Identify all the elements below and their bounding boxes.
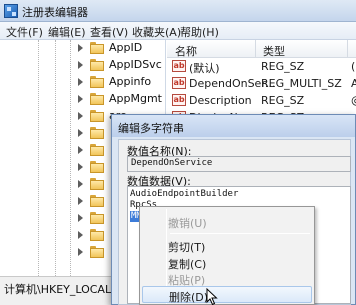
value-row[interactable]: ab Description REG_SZ @: [167, 92, 356, 109]
tree-item-appmgmt[interactable]: AppMgmt: [76, 91, 165, 108]
data-line: AudioEndpointBuilder: [130, 189, 239, 199]
value-data: @: [351, 94, 356, 107]
dialog-title: 编辑多字符串: [118, 122, 184, 135]
tree-guide-line: [38, 40, 39, 276]
tree-item-label: AppIDSvc: [109, 58, 162, 71]
folder-icon: [90, 59, 104, 71]
expand-arrow-icon[interactable]: [78, 129, 83, 137]
menu-view[interactable]: 查看(V): [90, 24, 128, 40]
tree-item-appid[interactable]: AppID: [76, 40, 165, 57]
column-divider[interactable]: [255, 40, 256, 58]
menu-cut-label: 剪切(T): [168, 241, 206, 254]
folder-icon: [90, 110, 104, 122]
tree-item-label: AppID: [109, 41, 143, 54]
expand-arrow-icon[interactable]: [78, 95, 83, 103]
column-divider[interactable]: [347, 40, 348, 58]
expand-arrow-icon[interactable]: [78, 214, 83, 222]
expand-arrow-icon[interactable]: [78, 197, 83, 205]
value-data: A: [351, 77, 356, 90]
value-type: REG_MULTI_SZ: [261, 77, 342, 90]
menu-delete[interactable]: 删除(D): [142, 286, 312, 304]
value-name: (默认): [189, 62, 220, 75]
menu-paste[interactable]: 粘贴(P): [142, 270, 312, 287]
registry-editor-icon: [4, 4, 18, 18]
expand-arrow-icon[interactable]: [78, 61, 83, 69]
menu-help[interactable]: 帮助(H): [180, 24, 219, 40]
value-type: REG_SZ: [261, 60, 305, 73]
string-value-icon: ab: [172, 77, 186, 89]
tree-item-label: Appinfo: [109, 75, 152, 88]
folder-icon: [90, 127, 104, 139]
folder-icon: [90, 229, 104, 241]
menu-favorites[interactable]: 收藏夹(A): [132, 24, 181, 40]
folder-icon: [90, 195, 104, 207]
menu-file[interactable]: 文件(F): [6, 24, 43, 40]
menu-copy[interactable]: 复制(C): [142, 254, 312, 271]
value-name: Description: [189, 94, 252, 107]
menu-undo-label: 撤销(U): [168, 217, 207, 230]
expand-arrow-icon[interactable]: [78, 112, 83, 120]
folder-icon: [90, 144, 104, 156]
menu-undo[interactable]: 撤销(U): [142, 213, 312, 230]
expand-arrow-icon[interactable]: [78, 163, 83, 171]
context-menu: 撤销(U) 剪切(T) 复制(C) 粘贴(P) 删除(D): [139, 206, 315, 305]
value-row[interactable]: ab (默认) REG_SZ (: [167, 58, 356, 75]
tree-guide-line: [70, 40, 71, 276]
expand-arrow-icon[interactable]: [78, 146, 83, 154]
folder-icon: [90, 178, 104, 190]
folder-icon: [90, 246, 104, 258]
menu-bar: 文件(F) 编辑(E) 查看(V) 收藏夹(A) 帮助(H): [0, 22, 356, 40]
tree-guide-line: [55, 40, 56, 276]
string-value-icon: ab: [172, 94, 186, 106]
expand-arrow-icon[interactable]: [78, 180, 83, 188]
column-header-name[interactable]: 名称: [175, 43, 197, 59]
window-title: 注册表编辑器: [22, 6, 88, 19]
expand-arrow-icon[interactable]: [78, 248, 83, 256]
value-name-text: DependOnService: [131, 158, 213, 168]
folder-icon: [90, 42, 104, 54]
value-row[interactable]: ab DependOnSer... REG_MULTI_SZ A: [167, 75, 356, 92]
column-header-type[interactable]: 类型: [263, 43, 285, 59]
value-type: REG_SZ: [261, 94, 305, 107]
folder-icon: [90, 212, 104, 224]
menu-separator: [170, 233, 310, 234]
expand-arrow-icon[interactable]: [78, 44, 83, 52]
tree-item-label: AppMgmt: [109, 92, 162, 105]
menu-cut[interactable]: 剪切(T): [142, 237, 312, 254]
mouse-pointer-icon: [206, 288, 218, 305]
expand-arrow-icon[interactable]: [78, 78, 83, 86]
folder-icon: [90, 93, 104, 105]
menu-delete-label: 删除(D): [169, 291, 209, 304]
menu-edit[interactable]: 编辑(E): [48, 24, 86, 40]
values-header: 名称 类型: [167, 40, 356, 58]
value-data: (: [351, 60, 356, 73]
dialog-titlebar[interactable]: 编辑多字符串: [112, 115, 355, 137]
tree-item-appidsvc[interactable]: AppIDSvc: [76, 57, 165, 74]
tree-item-appinfo[interactable]: Appinfo: [76, 74, 165, 91]
folder-icon: [90, 161, 104, 173]
folder-icon: [90, 76, 104, 88]
string-value-icon: ab: [172, 60, 186, 72]
value-name-field: DependOnService: [127, 156, 351, 172]
expand-arrow-icon[interactable]: [78, 231, 83, 239]
window-titlebar[interactable]: 注册表编辑器: [0, 0, 356, 22]
